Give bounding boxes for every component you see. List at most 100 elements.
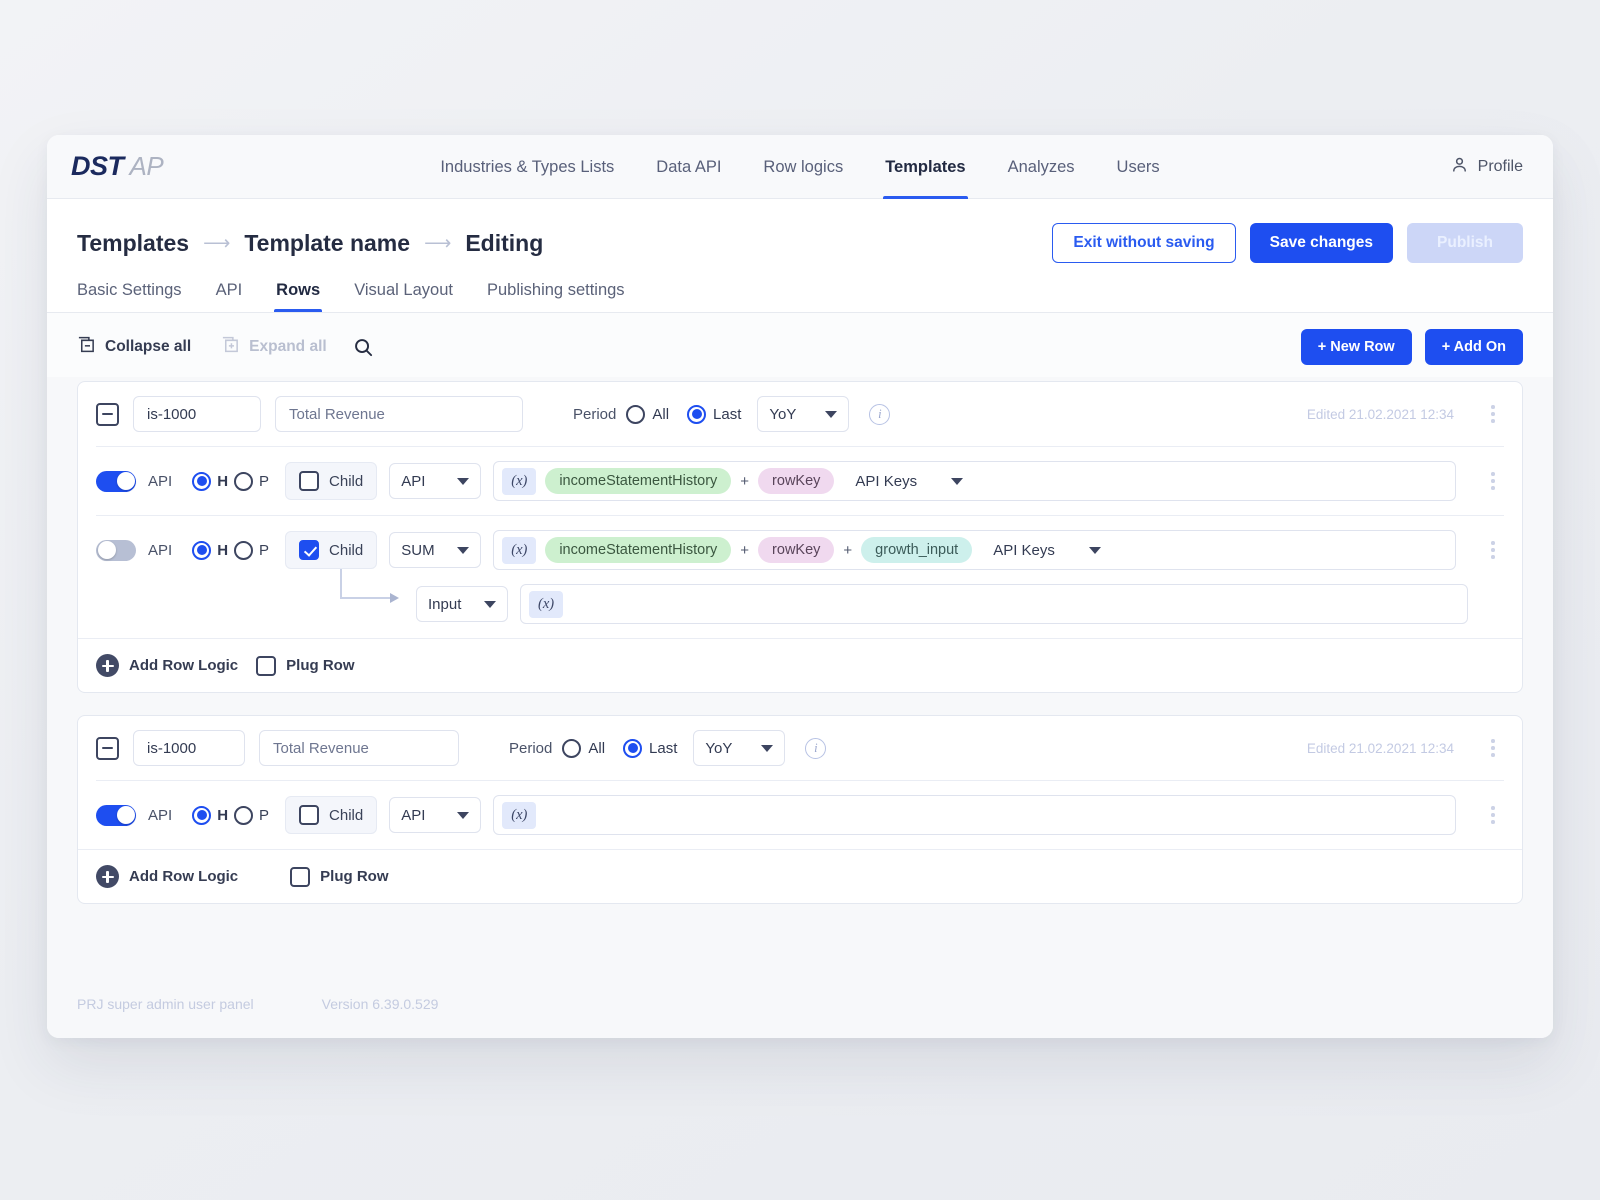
frequency-select[interactable]: YoY <box>757 396 850 432</box>
edited-timestamp: Edited 21.02.2021 12:34 <box>1306 740 1454 756</box>
tab-api[interactable]: API <box>216 281 243 312</box>
add-row-logic-button[interactable]: Add Row Logic <box>96 654 238 677</box>
operation-value: SUM <box>401 541 435 559</box>
info-icon[interactable]: i <box>869 403 891 425</box>
h-radio[interactable]: H <box>192 540 228 560</box>
tab-basic-settings[interactable]: Basic Settings <box>77 281 182 312</box>
child-checkbox[interactable]: Child <box>285 531 378 569</box>
child-formula-field[interactable]: (x) <box>520 584 1468 624</box>
operation-select[interactable]: API <box>389 797 482 833</box>
breadcrumb-separator-2: ⟶ <box>424 232 452 254</box>
child-connector-line <box>340 569 406 615</box>
collapse-row-icon[interactable] <box>96 736 119 760</box>
period-last-radio[interactable]: Last <box>687 404 741 424</box>
tab-rows[interactable]: Rows <box>274 281 323 312</box>
row-menu-icon[interactable] <box>1482 739 1504 757</box>
h-radio[interactable]: H <box>192 471 228 491</box>
save-changes-button[interactable]: Save changes <box>1249 223 1394 263</box>
app-logo[interactable]: DST AP <box>71 151 164 182</box>
add-on-button[interactable]: + Add On <box>1424 329 1523 365</box>
card-footer: Add Row Logic Plug Row <box>78 849 1522 903</box>
child-checkbox[interactable]: Child <box>285 796 378 834</box>
top-navigation-bar: DST AP Industries & Types Lists Data API… <box>47 135 1553 199</box>
plug-row-checkbox[interactable]: Plug Row <box>256 655 354 676</box>
header-actions: Exit without saving Save changes Publish <box>1052 223 1523 263</box>
formula-chip-rowkey[interactable]: rowKey <box>758 468 835 494</box>
footer-panel-label: PRJ super admin user panel <box>77 996 254 1012</box>
radio-circle-selected <box>192 471 212 491</box>
formula-chip-income[interactable]: incomeStatementHistory <box>545 468 732 494</box>
fx-token[interactable]: (x) <box>502 801 537 829</box>
row-code-input[interactable]: is-1000 <box>133 396 261 432</box>
period-all-radio[interactable]: All <box>626 404 669 424</box>
nav-item-analyzes[interactable]: Analyzes <box>1008 135 1075 199</box>
h-radio[interactable]: H <box>192 805 228 825</box>
tab-publishing-settings[interactable]: Publishing settings <box>487 281 625 312</box>
logic-row-menu-icon[interactable] <box>1482 806 1504 824</box>
formula-field[interactable]: (x) incomeStatementHistory + rowKey + gr… <box>493 530 1456 570</box>
breadcrumb-editing: Editing <box>465 229 544 256</box>
hp-radio-group: H P <box>192 471 269 491</box>
api-toggle[interactable] <box>96 804 136 826</box>
formula-field[interactable]: (x) incomeStatementHistory + rowKey API … <box>493 461 1456 501</box>
api-toggle[interactable] <box>96 539 136 561</box>
api-keys-select[interactable]: API Keys <box>981 531 1111 569</box>
plug-row-checkbox[interactable]: Plug Row <box>290 866 388 887</box>
row-menu-icon[interactable] <box>1482 405 1504 423</box>
hp-radio-group: H P <box>192 540 269 560</box>
row-title-input[interactable]: Total Revenue <box>275 396 523 432</box>
p-radio[interactable]: P <box>234 805 269 825</box>
radio-circle <box>626 404 646 424</box>
logic-row-menu-icon[interactable] <box>1482 541 1504 559</box>
operation-select[interactable]: API <box>389 463 482 499</box>
search-icon[interactable] <box>353 337 374 358</box>
row-code-input[interactable]: is-1000 <box>133 730 245 766</box>
formula-chip-income[interactable]: incomeStatementHistory <box>545 537 732 563</box>
operation-select[interactable]: SUM <box>389 532 482 568</box>
row-card: is-1000 Total Revenue Period All Last Yo… <box>77 381 1523 693</box>
breadcrumb-templates[interactable]: Templates <box>77 230 189 257</box>
row-title-input[interactable]: Total Revenue <box>259 730 459 766</box>
add-row-logic-button[interactable]: Add Row Logic <box>96 865 238 888</box>
period-all-radio[interactable]: All <box>562 738 605 758</box>
collapse-row-icon[interactable] <box>96 402 119 426</box>
frequency-select[interactable]: YoY <box>693 730 786 766</box>
chevron-down-icon <box>1088 546 1101 554</box>
nav-item-industries[interactable]: Industries & Types Lists <box>440 135 614 199</box>
period-group: Period All Last YoY i <box>509 730 827 766</box>
row-card: is-1000 Total Revenue Period All Last Yo… <box>77 715 1523 904</box>
formula-field[interactable]: (x) <box>493 795 1456 835</box>
formula-operator: + <box>843 541 853 559</box>
period-last-radio[interactable]: Last <box>623 738 678 758</box>
period-last-label: Last <box>649 739 678 757</box>
exit-without-saving-button[interactable]: Exit without saving <box>1052 223 1236 263</box>
tab-visual-layout[interactable]: Visual Layout <box>354 281 453 312</box>
child-label: Child <box>329 806 364 824</box>
fx-token[interactable]: (x) <box>502 467 537 495</box>
profile-button[interactable]: Profile <box>1450 155 1523 179</box>
breadcrumb-template-name[interactable]: Template name <box>244 230 410 257</box>
fx-token[interactable]: (x) <box>502 536 537 564</box>
child-input-select[interactable]: Input <box>416 586 508 622</box>
formula-chip-growth-input[interactable]: growth_input <box>861 537 973 563</box>
formula-chip-rowkey[interactable]: rowKey <box>758 537 835 563</box>
nav-item-row-logics[interactable]: Row logics <box>763 135 843 199</box>
nav-item-data-api[interactable]: Data API <box>656 135 721 199</box>
collapse-all-label: Collapse all <box>105 338 192 355</box>
fx-token[interactable]: (x) <box>529 590 564 618</box>
frequency-value: YoY <box>769 405 797 423</box>
logic-row-menu-icon[interactable] <box>1482 472 1504 490</box>
nav-item-templates[interactable]: Templates <box>883 135 968 199</box>
info-icon[interactable]: i <box>805 737 827 759</box>
api-toggle[interactable] <box>96 470 136 492</box>
new-row-button[interactable]: + New Row <box>1300 329 1412 365</box>
p-radio[interactable]: P <box>234 540 269 560</box>
nav-item-users[interactable]: Users <box>1117 135 1160 199</box>
collapse-all-button[interactable]: Collapse all <box>77 335 191 359</box>
p-radio[interactable]: P <box>234 471 269 491</box>
expand-all-button[interactable]: Expand all <box>221 335 327 359</box>
radio-circle <box>234 805 254 825</box>
child-checkbox[interactable]: Child <box>285 462 378 500</box>
api-keys-select[interactable]: API Keys <box>843 462 973 500</box>
chevron-down-icon <box>457 477 470 485</box>
